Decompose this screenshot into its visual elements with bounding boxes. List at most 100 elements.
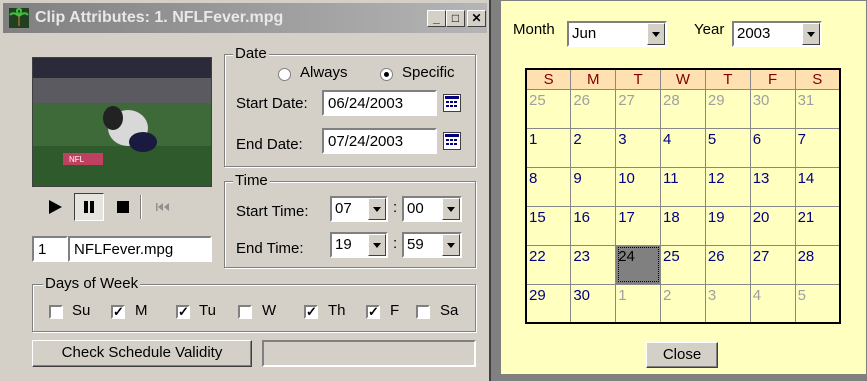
- day-cell[interactable]: 14: [794, 166, 841, 207]
- start-time-label: Start Time:: [236, 203, 309, 220]
- checkbox-friday[interactable]: ✓: [366, 305, 380, 319]
- end-minute-select[interactable]: 59: [402, 232, 462, 258]
- day-cell[interactable]: 4: [660, 127, 706, 168]
- day-cell[interactable]: 6: [749, 127, 796, 168]
- day-cell[interactable]: 5: [704, 127, 751, 168]
- checkbox-saturday[interactable]: [416, 305, 430, 319]
- chevron-down-icon[interactable]: [647, 23, 665, 45]
- title-bar[interactable]: Clip Attributes: 1. NFLFever.mpg _ □ ✕: [3, 3, 487, 33]
- day-cell[interactable]: 29: [525, 283, 572, 324]
- day-cell[interactable]: 27: [749, 244, 796, 285]
- specific-radio[interactable]: [380, 68, 393, 81]
- end-time-label: End Time:: [236, 240, 304, 257]
- chevron-down-icon[interactable]: [368, 198, 386, 220]
- checkbox-sunday[interactable]: [49, 305, 63, 319]
- controls-divider: [140, 195, 142, 219]
- day-cell[interactable]: 26: [570, 88, 617, 129]
- end-date-calendar-button[interactable]: [443, 132, 461, 150]
- day-cell[interactable]: 5: [794, 283, 841, 324]
- close-button[interactable]: ✕: [467, 10, 486, 27]
- day-cell[interactable]: 30: [749, 88, 796, 129]
- year-value: 2003: [737, 25, 771, 42]
- checkbox-wednesday[interactable]: [238, 305, 252, 319]
- day-cell[interactable]: 10: [615, 166, 662, 207]
- day-cell[interactable]: 26: [704, 244, 751, 285]
- checkbox-monday[interactable]: ✓: [111, 305, 125, 319]
- minimize-button[interactable]: _: [427, 10, 446, 27]
- day-cell[interactable]: 27: [615, 88, 662, 129]
- calendar-popup: Month Jun Year 2003 S M T W T F S 25 26 …: [500, 0, 867, 375]
- start-date-calendar-button[interactable]: [443, 94, 461, 112]
- pause-button[interactable]: [74, 193, 104, 221]
- start-hour-value: 07: [335, 200, 352, 217]
- chevron-down-icon[interactable]: [802, 23, 820, 45]
- month-select[interactable]: Jun: [567, 21, 667, 47]
- day-cell[interactable]: 3: [615, 127, 662, 168]
- clip-index-field[interactable]: 1: [32, 236, 68, 262]
- day-cell[interactable]: 28: [794, 244, 841, 285]
- day-cell[interactable]: 15: [525, 205, 572, 246]
- clip-name-field[interactable]: NFLFever.mpg: [68, 236, 212, 262]
- day-cell[interactable]: 13: [749, 166, 796, 207]
- day-cell[interactable]: 2: [660, 283, 706, 324]
- svg-text:NFL: NFL: [69, 155, 85, 164]
- check-schedule-validity-button[interactable]: Check Schedule Validity: [32, 340, 252, 367]
- checkbox-thursday[interactable]: ✓: [304, 305, 318, 319]
- day-cell[interactable]: 30: [570, 283, 617, 324]
- play-icon: [49, 200, 62, 214]
- day-cell[interactable]: 9: [570, 166, 617, 207]
- start-time-separator: :: [393, 199, 398, 216]
- day-cell[interactable]: 2: [570, 127, 617, 168]
- day-cell[interactable]: 25: [660, 244, 706, 285]
- day-cell[interactable]: 20: [749, 205, 796, 246]
- month-label: Month: [513, 21, 555, 38]
- chevron-down-icon[interactable]: [442, 234, 460, 256]
- stop-button[interactable]: [108, 193, 138, 221]
- maximize-button[interactable]: □: [446, 10, 465, 27]
- day-cell[interactable]: 12: [704, 166, 751, 207]
- day-cell[interactable]: 23: [570, 244, 617, 285]
- play-button[interactable]: [40, 193, 70, 221]
- day-cell[interactable]: 25: [525, 88, 572, 129]
- always-radio[interactable]: [278, 68, 291, 81]
- day-cell[interactable]: 31: [794, 88, 841, 129]
- day-cell[interactable]: 17: [615, 205, 662, 246]
- day-cell[interactable]: 22: [525, 244, 572, 285]
- day-cell[interactable]: 16: [570, 205, 617, 246]
- start-hour-select[interactable]: 07: [330, 196, 388, 222]
- start-minute-select[interactable]: 00: [402, 196, 462, 222]
- day-cell[interactable]: 29: [704, 88, 751, 129]
- weekday-header: S: [794, 68, 841, 90]
- day-cell[interactable]: 28: [660, 88, 706, 129]
- day-cell[interactable]: 7: [794, 127, 841, 168]
- checkbox-tuesday[interactable]: ✓: [176, 305, 190, 319]
- day-cell[interactable]: 1: [525, 127, 572, 168]
- day-cell[interactable]: 18: [660, 205, 706, 246]
- weekday-header: M: [570, 68, 617, 90]
- playback-controls: [32, 187, 210, 227]
- day-cell[interactable]: 1: [615, 283, 662, 324]
- day-cell-selected[interactable]: 24: [615, 244, 662, 285]
- chevron-down-icon[interactable]: [368, 234, 386, 256]
- specific-label: Specific: [402, 64, 455, 81]
- clip-attributes-window: Clip Attributes: 1. NFLFever.mpg _ □ ✕ N…: [0, 0, 491, 381]
- day-cell[interactable]: 3: [704, 283, 751, 324]
- week-row: 8 9 10 11 12 13 14: [525, 166, 841, 207]
- week-row: 1 2 3 4 5 6 7: [525, 127, 841, 168]
- day-cell[interactable]: 11: [660, 166, 706, 207]
- end-date-field[interactable]: 07/24/2003: [322, 128, 437, 154]
- start-date-field[interactable]: 06/24/2003: [322, 90, 437, 116]
- year-select[interactable]: 2003: [732, 21, 822, 47]
- rewind-button[interactable]: [148, 193, 178, 221]
- end-hour-select[interactable]: 19: [330, 232, 388, 258]
- day-cell[interactable]: 8: [525, 166, 572, 207]
- rewind-icon: [156, 203, 169, 211]
- close-calendar-button[interactable]: Close: [646, 342, 718, 368]
- week-row: 29 30 1 2 3 4 5: [525, 283, 841, 324]
- time-legend: Time: [233, 172, 270, 189]
- year-label: Year: [694, 21, 725, 38]
- chevron-down-icon[interactable]: [442, 198, 460, 220]
- day-cell[interactable]: 21: [794, 205, 841, 246]
- day-cell[interactable]: 4: [749, 283, 796, 324]
- day-cell[interactable]: 19: [704, 205, 751, 246]
